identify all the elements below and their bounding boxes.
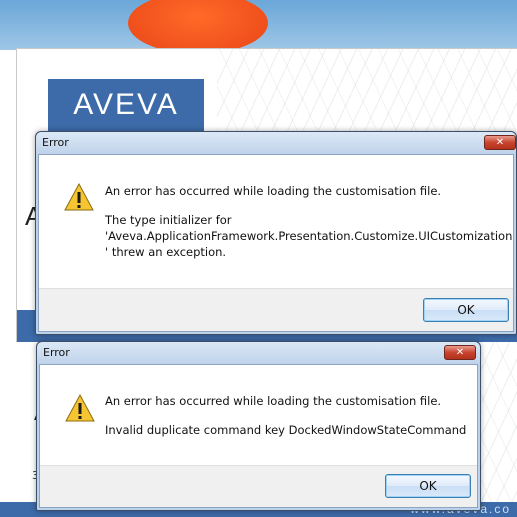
desktop-wallpaper-shape (128, 0, 268, 54)
error-message-detail: The type initializer for 'Aveva.Applicat… (105, 213, 513, 259)
dialog-footer: OK (40, 465, 477, 507)
dialog-body: An error has occurred while loading the … (38, 154, 514, 332)
error-dialog-2: Error ✕ An error has occurred while load… (36, 341, 481, 511)
close-icon: ✕ (455, 346, 465, 358)
aveva-logo: AVEVA (48, 79, 204, 131)
warning-icon (64, 183, 94, 211)
error-message-heading: An error has occurred while loading the … (105, 184, 442, 198)
warning-icon (65, 394, 95, 422)
dialog-footer: OK (39, 288, 513, 331)
dialog-title: Error (43, 346, 70, 359)
dialog-titlebar[interactable]: Error ✕ (36, 132, 516, 154)
ok-button[interactable]: OK (423, 298, 509, 322)
close-icon: ✕ (495, 136, 505, 148)
close-button[interactable]: ✕ (484, 135, 516, 150)
desktop-background (0, 0, 517, 54)
error-dialog-1: Error ✕ An error has occurred while load… (35, 131, 517, 335)
dialog-body: An error has occurred while loading the … (39, 364, 478, 508)
dialog-title: Error (42, 136, 69, 149)
close-button[interactable]: ✕ (444, 345, 476, 360)
error-message-heading: An error has occurred while loading the … (105, 394, 442, 408)
dialog-titlebar[interactable]: Error ✕ (37, 342, 480, 364)
error-message-detail: Invalid duplicate command key DockedWind… (105, 423, 467, 437)
ok-button[interactable]: OK (385, 474, 471, 498)
